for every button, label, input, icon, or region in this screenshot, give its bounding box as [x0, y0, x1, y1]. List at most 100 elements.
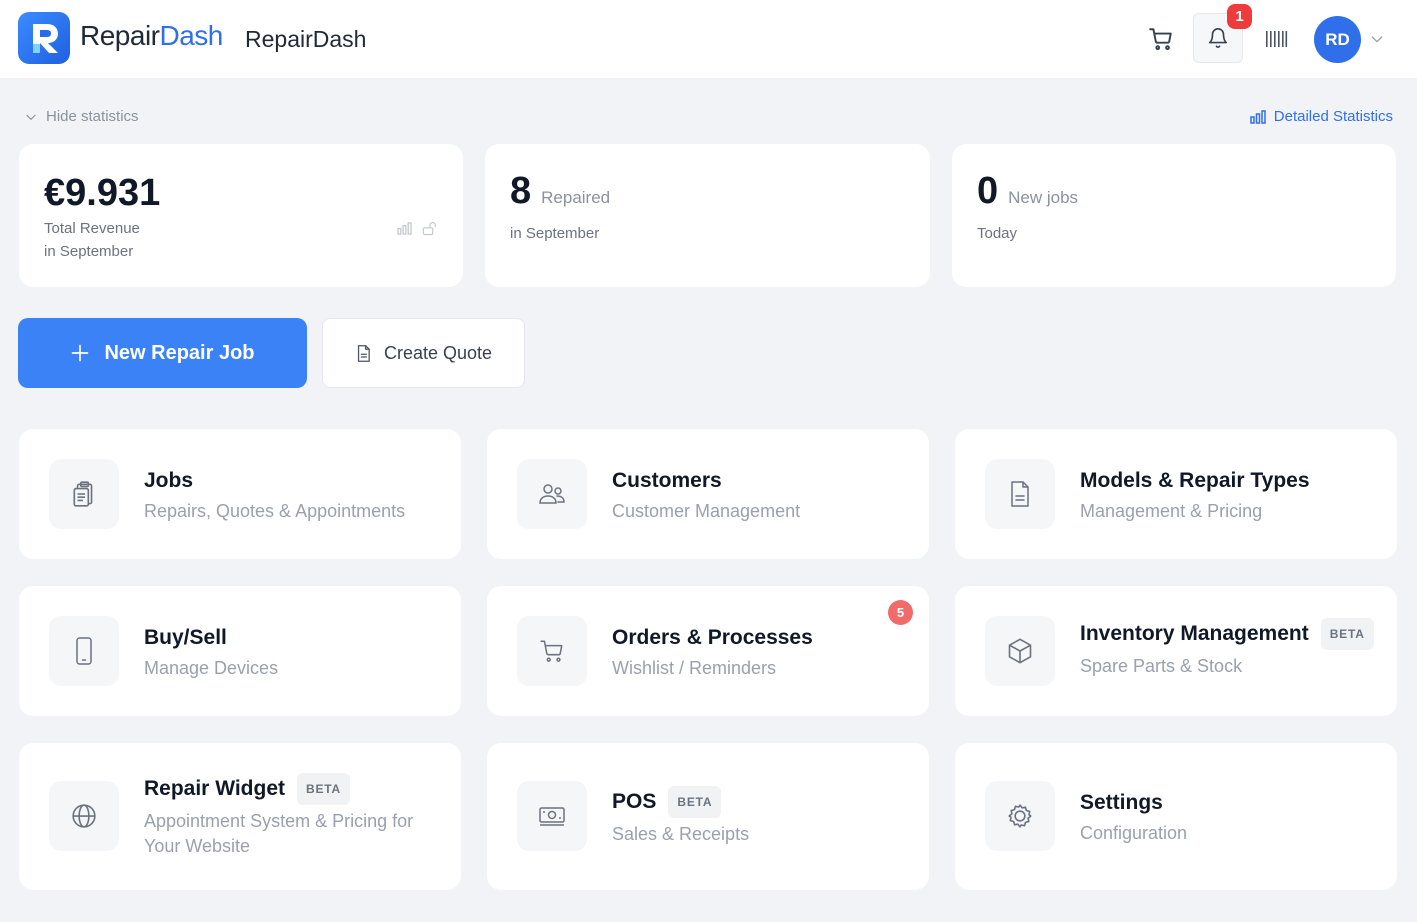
tile-icon-box: [517, 459, 587, 529]
tile-icon-box: [985, 781, 1055, 851]
detailed-statistics-link[interactable]: Detailed Statistics: [1250, 108, 1393, 125]
users-icon: [539, 484, 565, 504]
chevron-down-icon: [1371, 36, 1383, 43]
tile-title-row: Inventory Management BETA: [1080, 618, 1377, 650]
inventory-subtitle: Spare Parts & Stock: [1080, 656, 1243, 676]
unlock-icon[interactable]: [422, 221, 438, 236]
tile-title-row: Orders & Processes: [612, 626, 909, 650]
bell-icon: [1208, 28, 1228, 49]
tile-icon-box: [49, 459, 119, 529]
tile-text: Buy/Sell Manage Devices: [144, 626, 441, 681]
repaired-stat-card: 8 Repaired in September: [485, 144, 930, 287]
orders-processes-tile[interactable]: Orders & Processes Wishlist / Reminders …: [487, 586, 929, 716]
cart-icon: [540, 640, 563, 662]
new-repair-job-label: New Repair Job: [104, 341, 255, 364]
new-jobs-value: 0: [977, 170, 999, 212]
repaired-value: 8: [510, 170, 532, 212]
user-avatar[interactable]: RD: [1314, 16, 1361, 63]
repair-widget-tile[interactable]: Repair Widget BETA Appointment System & …: [19, 743, 461, 890]
widget-subtitle: Appointment System & Pricing for Your We…: [144, 811, 414, 856]
tile-text: Orders & Processes Wishlist / Reminders: [612, 626, 909, 681]
pos-subtitle: Sales & Receipts: [612, 824, 750, 844]
buysell-title: Buy/Sell: [144, 626, 227, 649]
tile-icon-box: [985, 459, 1055, 529]
clipboard-icon: [73, 481, 93, 507]
tile-icon-box: [49, 616, 119, 686]
bar-chart-icon: [1250, 109, 1266, 124]
tile-title-row: Buy/Sell: [144, 626, 441, 650]
bar-chart-icon[interactable]: [397, 222, 412, 235]
brand-wordmark-part2: Dash: [159, 20, 223, 51]
revenue-period: in September: [44, 243, 134, 260]
cash-icon: [539, 807, 565, 826]
create-quote-button[interactable]: Create Quote: [322, 318, 525, 388]
repairdash-logo-icon[interactable]: [18, 12, 70, 64]
document-icon: [1011, 481, 1029, 507]
new-repair-job-button[interactable]: New Repair Job: [18, 318, 307, 388]
brand-wordmark: RepairDash: [80, 20, 223, 52]
models-title: Models & Repair Types: [1080, 469, 1310, 492]
revenue-stat-card: €9.931 Total Revenue in September: [19, 144, 463, 287]
tile-text: Customers Customer Management: [612, 469, 909, 524]
revenue-card-actions: [397, 221, 438, 236]
tile-icon-box: [49, 781, 119, 851]
box-icon: [1008, 638, 1032, 664]
customers-tile[interactable]: Customers Customer Management: [487, 429, 929, 559]
notification-count-badge: 1: [1227, 4, 1252, 29]
tile-icon-box: [517, 781, 587, 851]
tile-text: Settings Configuration: [1080, 791, 1377, 846]
pos-title: POS: [612, 790, 657, 813]
models-repair-types-tile[interactable]: Models & Repair Types Management & Prici…: [955, 429, 1397, 559]
beta-badge: BETA: [1320, 618, 1374, 650]
beta-badge: BETA: [297, 773, 350, 805]
tile-title-row: Repair Widget BETA: [144, 773, 441, 805]
tile-icon-box: [985, 616, 1055, 686]
cart-button[interactable]: [1144, 22, 1178, 56]
barcode-icon: [1266, 31, 1288, 47]
new-jobs-headline: 0 New jobs: [977, 170, 1078, 213]
shop-name: RepairDash: [245, 26, 367, 52]
tile-text: Repair Widget BETA Appointment System & …: [144, 773, 441, 859]
revenue-label: Total Revenue: [44, 220, 140, 237]
tile-title-row: Settings: [1080, 791, 1377, 815]
globe-icon: [72, 804, 96, 828]
detailed-statistics-label: Detailed Statistics: [1273, 108, 1393, 125]
chevron-down-icon: [26, 114, 36, 120]
hide-statistics-label: Hide statistics: [46, 108, 139, 125]
customers-title: Customers: [612, 469, 722, 492]
cart-icon: [1149, 28, 1172, 51]
buy-sell-tile[interactable]: Buy/Sell Manage Devices: [19, 586, 461, 716]
new-jobs-label: New jobs: [1008, 188, 1079, 207]
plus-icon: [72, 344, 89, 362]
hide-statistics-toggle[interactable]: Hide statistics: [24, 108, 139, 125]
top-header: RepairDash RepairDash 1 RD: [0, 0, 1417, 78]
revenue-value: €9.931: [44, 172, 161, 214]
inventory-management-tile[interactable]: Inventory Management BETA Spare Parts & …: [955, 586, 1397, 716]
buysell-subtitle: Manage Devices: [144, 658, 279, 678]
new-jobs-stat-card: 0 New jobs Today: [952, 144, 1396, 287]
brand-wordmark-part1: Repair: [80, 20, 160, 51]
phone-icon: [76, 637, 92, 665]
tile-text: Inventory Management BETA Spare Parts & …: [1080, 618, 1377, 679]
tile-title-row: POS BETA: [612, 786, 909, 818]
jobs-title: Jobs: [144, 469, 194, 492]
gear-icon: [1008, 804, 1032, 828]
settings-tile[interactable]: Settings Configuration: [955, 743, 1397, 890]
user-menu-toggle[interactable]: [1368, 30, 1386, 48]
orders-title: Orders & Processes: [612, 626, 813, 649]
settings-title: Settings: [1080, 791, 1163, 814]
orders-count-badge: 5: [888, 600, 913, 625]
repaired-period: in September: [510, 225, 600, 242]
new-jobs-period: Today: [977, 225, 1018, 242]
repaired-label: Repaired: [541, 188, 611, 207]
tile-text: Jobs Repairs, Quotes & Appointments: [144, 469, 441, 524]
create-quote-label: Create Quote: [383, 342, 493, 363]
customers-subtitle: Customer Management: [612, 501, 801, 521]
repaired-headline: 8 Repaired: [510, 170, 610, 213]
pos-tile[interactable]: POS BETA Sales & Receipts: [487, 743, 929, 890]
barcode-scanner-button[interactable]: [1262, 26, 1290, 52]
tile-title-row: Jobs: [144, 469, 441, 493]
jobs-tile[interactable]: Jobs Repairs, Quotes & Appointments: [19, 429, 461, 559]
tile-title-row: Customers: [612, 469, 909, 493]
jobs-subtitle: Repairs, Quotes & Appointments: [144, 501, 406, 521]
